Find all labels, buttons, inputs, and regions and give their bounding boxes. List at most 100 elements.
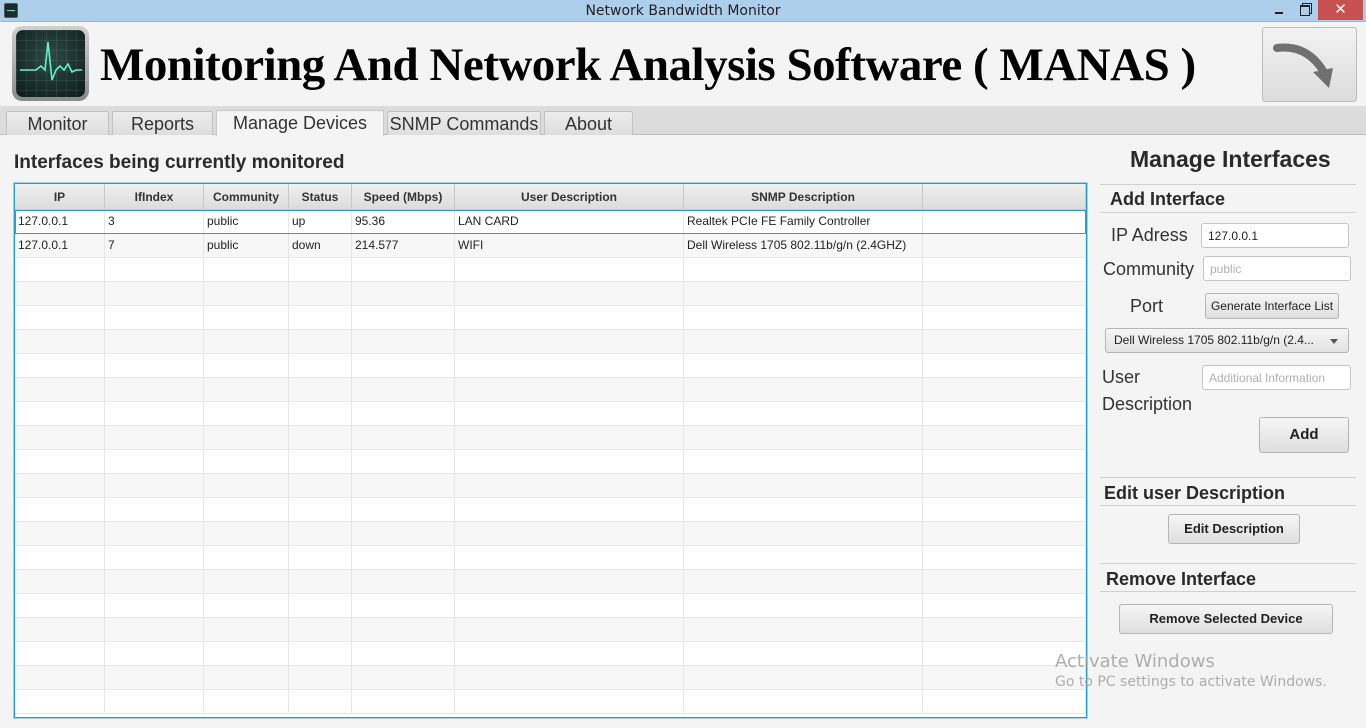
column-header-community[interactable]: Community bbox=[204, 184, 289, 209]
cell-snmp-description bbox=[684, 426, 923, 450]
tab-manage-devices[interactable]: Manage Devices bbox=[216, 110, 384, 136]
table-row[interactable]: 127.0.0.1 7 public down 214.577 WIFI Dell Wire… bbox=[15, 234, 1086, 258]
tab-about[interactable]: About bbox=[544, 111, 633, 135]
cell-user-description bbox=[455, 522, 684, 546]
cell-community: public bbox=[204, 234, 289, 258]
cell-speed bbox=[352, 282, 455, 306]
empty-table-row bbox=[15, 690, 1086, 714]
divider bbox=[1100, 477, 1356, 478]
empty-table-row bbox=[15, 594, 1086, 618]
generate-interface-list-button[interactable]: Generate Interface List bbox=[1205, 293, 1339, 319]
ip-address-label: IP Adress bbox=[1111, 225, 1188, 245]
cell-community bbox=[204, 426, 289, 450]
cell-speed bbox=[352, 402, 455, 426]
column-header-filler bbox=[923, 184, 1086, 209]
user-description-label: User bbox=[1102, 367, 1141, 387]
cell-community bbox=[204, 522, 289, 546]
cell-community bbox=[204, 402, 289, 426]
cell-status bbox=[289, 258, 352, 282]
add-button[interactable]: Add bbox=[1259, 417, 1349, 453]
cell-ip bbox=[15, 330, 105, 354]
column-header-ip[interactable]: IP bbox=[15, 184, 105, 209]
column-header-status[interactable]: Status bbox=[289, 184, 352, 209]
maximize-button[interactable] bbox=[1290, 0, 1316, 20]
cell-snmp-description: Dell Wireless 1705 802.11b/g/n (2.4GHZ) bbox=[684, 234, 923, 258]
cell-speed bbox=[352, 642, 455, 666]
column-header-ifindex[interactable]: IfIndex bbox=[105, 184, 204, 209]
cell-community bbox=[204, 282, 289, 306]
column-header-snmp-description[interactable]: SNMP Description bbox=[684, 184, 923, 209]
title-bar: Network Bandwidth Monitor ✕ bbox=[0, 0, 1366, 22]
cell-ip bbox=[15, 354, 105, 378]
cell-snmp-description: Realtek PCIe FE Family Controller bbox=[684, 210, 923, 234]
cell-filler bbox=[923, 618, 1086, 642]
cell-ip bbox=[15, 426, 105, 450]
column-header-user-description[interactable]: User Description bbox=[455, 184, 684, 209]
table-header: IP IfIndex Community Status Speed (Mbps)… bbox=[15, 184, 1086, 210]
chevron-down-icon bbox=[1330, 339, 1338, 344]
cell-speed bbox=[352, 594, 455, 618]
cell-snmp-description bbox=[684, 450, 923, 474]
cell-user-description bbox=[455, 450, 684, 474]
cell-community bbox=[204, 330, 289, 354]
edit-description-button[interactable]: Edit Description bbox=[1168, 514, 1300, 544]
cell-speed bbox=[352, 378, 455, 402]
cell-status bbox=[289, 402, 352, 426]
tab-reports[interactable]: Reports bbox=[112, 111, 213, 135]
cell-ip bbox=[15, 522, 105, 546]
cell-snmp-description bbox=[684, 498, 923, 522]
remove-selected-device-button[interactable]: Remove Selected Device bbox=[1119, 604, 1333, 634]
cell-ip bbox=[15, 282, 105, 306]
add-interface-title: Add Interface bbox=[1110, 189, 1226, 209]
minimize-button[interactable] bbox=[1262, 0, 1288, 20]
cell-community bbox=[204, 594, 289, 618]
empty-table-row bbox=[15, 330, 1086, 354]
next-button[interactable] bbox=[1262, 27, 1357, 102]
cell-status bbox=[289, 426, 352, 450]
cell-user-description bbox=[455, 570, 684, 594]
close-button[interactable]: ✕ bbox=[1318, 0, 1363, 20]
cell-ip bbox=[15, 594, 105, 618]
cell-ifindex bbox=[105, 306, 204, 330]
empty-table-row bbox=[15, 498, 1086, 522]
cell-ifindex bbox=[105, 426, 204, 450]
cell-ip bbox=[15, 306, 105, 330]
cell-filler bbox=[923, 690, 1086, 714]
community-input[interactable] bbox=[1203, 256, 1351, 281]
interfaces-table[interactable]: IP IfIndex Community Status Speed (Mbps)… bbox=[14, 183, 1087, 718]
user-description-input[interactable] bbox=[1202, 365, 1351, 390]
cell-filler bbox=[923, 258, 1086, 282]
cell-snmp-description bbox=[684, 570, 923, 594]
empty-table-row bbox=[15, 522, 1086, 546]
cell-user-description bbox=[455, 306, 684, 330]
cell-ip: 127.0.0.1 bbox=[15, 234, 105, 258]
cell-status bbox=[289, 498, 352, 522]
cell-filler bbox=[923, 450, 1086, 474]
tab-monitor[interactable]: Monitor bbox=[6, 111, 109, 135]
cell-ifindex bbox=[105, 450, 204, 474]
edit-description-title: Edit user Description bbox=[1104, 483, 1286, 503]
interface-select[interactable]: Dell Wireless 1705 802.11b/g/n (2.4... bbox=[1105, 328, 1349, 353]
table-row[interactable]: 127.0.0.1 3 public up 95.36 LAN CARD Realtek P… bbox=[15, 210, 1086, 234]
divider bbox=[1100, 505, 1356, 506]
column-header-speed[interactable]: Speed (Mbps) bbox=[352, 184, 455, 209]
cell-user-description bbox=[455, 546, 684, 570]
cell-speed bbox=[352, 522, 455, 546]
cell-community: public bbox=[204, 210, 289, 234]
port-label: Port bbox=[1130, 296, 1164, 316]
cell-status bbox=[289, 450, 352, 474]
cell-speed bbox=[352, 426, 455, 450]
cell-filler bbox=[923, 498, 1086, 522]
cell-snmp-description bbox=[684, 378, 923, 402]
tab-snmp-commands[interactable]: SNMP Commands bbox=[387, 111, 541, 135]
activation-watermark: Activate Windows Go to PC settings to ac… bbox=[1055, 651, 1327, 690]
cell-filler bbox=[923, 594, 1086, 618]
cell-ifindex: 7 bbox=[105, 234, 204, 258]
cell-status: down bbox=[289, 234, 352, 258]
cell-ifindex bbox=[105, 642, 204, 666]
ip-address-input[interactable] bbox=[1201, 223, 1349, 248]
cell-speed bbox=[352, 474, 455, 498]
cell-status bbox=[289, 354, 352, 378]
cell-snmp-description bbox=[684, 666, 923, 690]
cell-ifindex bbox=[105, 354, 204, 378]
